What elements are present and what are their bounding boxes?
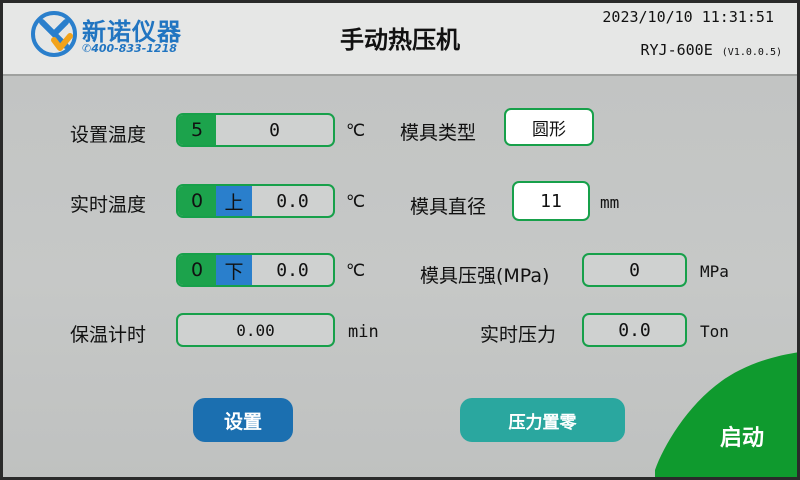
mold-pressure-field: 0 bbox=[582, 253, 687, 287]
mold-type-value[interactable]: 圆形 bbox=[506, 110, 592, 144]
hold-timer-label: 保温计时 bbox=[70, 324, 147, 346]
upper-temperature-field: 0 上 0.0 bbox=[176, 184, 335, 218]
set-temperature-field[interactable]: 5 0 bbox=[176, 113, 335, 147]
real-force-unit: Ton bbox=[700, 322, 729, 341]
mold-diameter-label: 模具直径 bbox=[410, 196, 487, 218]
zero-pressure-button[interactable]: 压力置零 bbox=[460, 398, 625, 442]
lower-temperature-field: 0 下 0.0 bbox=[176, 253, 335, 287]
mold-type-select[interactable]: 圆形 bbox=[504, 108, 594, 146]
start-button-label[interactable]: 启动 bbox=[720, 420, 764, 452]
mold-diameter-input[interactable]: 11 bbox=[512, 181, 590, 221]
set-button[interactable]: 设置 bbox=[193, 398, 293, 442]
mold-pressure-label: 模具压强(MPa) bbox=[420, 265, 550, 287]
set-temperature-unit: ℃ bbox=[346, 121, 366, 141]
hold-timer-field[interactable]: 0.00 bbox=[176, 313, 335, 347]
upper-temperature-value: 0.0 bbox=[276, 190, 309, 212]
hold-timer-unit: min bbox=[348, 322, 379, 342]
mold-pressure-unit: MPa bbox=[700, 262, 729, 281]
upper-temperature-index: 0 bbox=[178, 186, 216, 216]
real-force-label: 实时压力 bbox=[480, 324, 557, 346]
real-force-value: 0.0 bbox=[618, 319, 651, 341]
real-temperature-label: 实时温度 bbox=[70, 194, 147, 216]
lower-plate-tag: 下 bbox=[216, 255, 252, 285]
phone-icon: ✆ bbox=[82, 42, 92, 55]
logo-phone: ✆400-833-1218 bbox=[82, 42, 177, 55]
hmi-screen: 新诺仪器 ✆400-833-1218 手动热压机 2023/10/10 11:3… bbox=[0, 0, 800, 480]
lower-temperature-unit: ℃ bbox=[346, 261, 366, 281]
mold-diameter-unit: mm bbox=[600, 193, 620, 212]
set-temperature-index: 5 bbox=[178, 115, 216, 145]
logo-phone-number: 400-833-1218 bbox=[91, 42, 177, 55]
datetime: 2023/10/10 11:31:51 bbox=[602, 8, 774, 26]
real-force-field: 0.0 bbox=[582, 313, 687, 347]
hold-timer-value[interactable]: 0.00 bbox=[178, 315, 333, 345]
upper-temperature-unit: ℃ bbox=[346, 192, 366, 212]
set-temperature-label: 设置温度 bbox=[70, 124, 147, 146]
mold-diameter-value[interactable]: 11 bbox=[514, 183, 588, 219]
set-temperature-value[interactable]: 0 bbox=[216, 115, 333, 145]
lower-temperature-value: 0.0 bbox=[276, 259, 309, 281]
lower-temperature-index: 0 bbox=[178, 255, 216, 285]
model-number: RYJ-600E (V1.0.0.5) bbox=[641, 41, 783, 59]
model-name: RYJ-600E bbox=[640, 41, 713, 59]
mold-type-label: 模具类型 bbox=[400, 122, 477, 144]
page-title: 手动热压机 bbox=[340, 26, 460, 54]
logo-mark-icon bbox=[31, 11, 77, 57]
company-logo: 新诺仪器 ✆400-833-1218 bbox=[30, 10, 200, 60]
upper-plate-tag: 上 bbox=[216, 186, 252, 216]
start-button[interactable] bbox=[655, 352, 800, 480]
firmware-version: (V1.0.0.5) bbox=[721, 47, 782, 58]
mold-pressure-value: 0 bbox=[629, 259, 640, 281]
